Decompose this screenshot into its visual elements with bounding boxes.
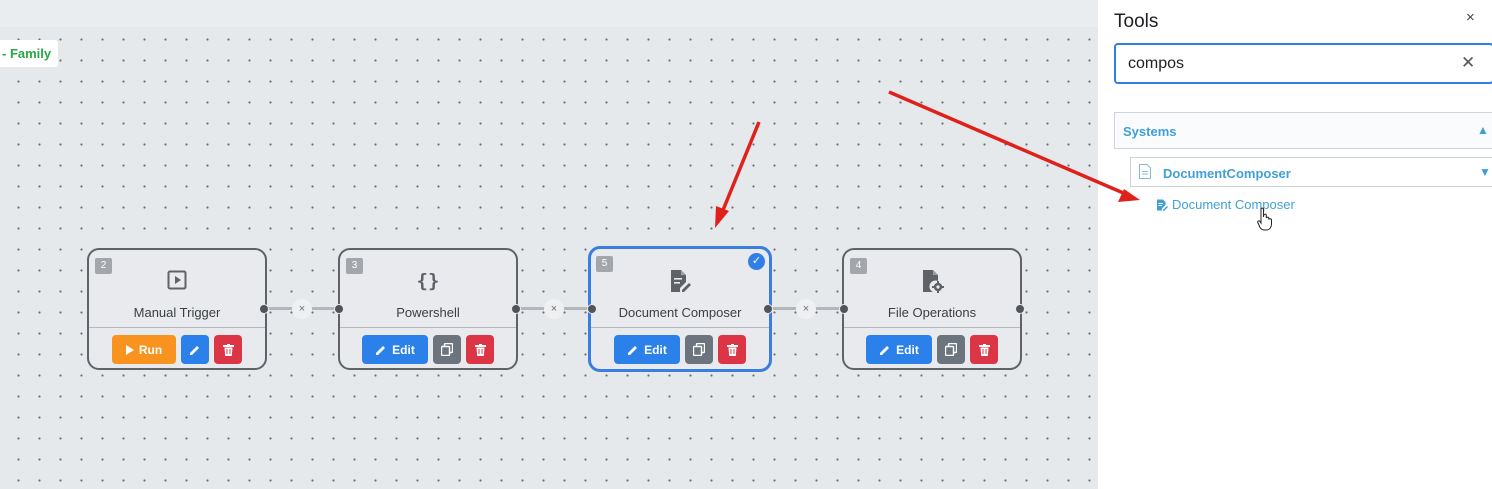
trash-icon [222, 343, 234, 356]
subgroup-documentcomposer[interactable]: DocumentComposer ▼ [1130, 157, 1492, 187]
node-file-operations[interactable]: 4 File Operations Edit [842, 248, 1022, 370]
copy-button[interactable] [433, 335, 461, 364]
node-divider [591, 327, 769, 328]
file-gear-icon [844, 268, 1020, 294]
remove-edge-button[interactable]: × [544, 299, 564, 319]
copy-icon [441, 343, 453, 356]
search-box: ✕ [1114, 43, 1492, 84]
pencil-icon [880, 345, 890, 355]
edit-button-label: Edit [392, 342, 415, 357]
tool-document-composer[interactable]: Document Composer [1156, 197, 1295, 212]
clear-search-icon[interactable]: ✕ [1461, 53, 1475, 73]
trash-icon [474, 343, 486, 356]
input-port[interactable] [334, 304, 344, 314]
trash-icon [726, 343, 738, 356]
node-title: Document Composer [618, 305, 742, 320]
document-edit-icon [1157, 199, 1168, 211]
search-input[interactable] [1128, 54, 1428, 74]
copy-icon [945, 343, 957, 356]
pencil-icon [628, 345, 638, 355]
edit-button-label: Edit [644, 342, 667, 357]
play-icon [125, 344, 134, 355]
node-divider [89, 327, 265, 328]
play-square-icon [89, 268, 265, 294]
node-actions: Run [89, 335, 265, 364]
node-document-composer[interactable]: 5 ✓ Document Composer Edit [588, 246, 772, 372]
run-button-label: Run [138, 342, 163, 357]
node-title: Powershell [396, 305, 460, 320]
copy-button[interactable] [685, 335, 713, 364]
pencil-icon [376, 345, 386, 355]
hand-cursor-icon [1257, 207, 1273, 236]
output-port[interactable] [1015, 304, 1025, 314]
trash-icon [978, 343, 990, 356]
copy-button[interactable] [937, 335, 965, 364]
tools-panel: Tools × ✕ Systems ▲ DocumentComposer ▼ D… [1098, 0, 1492, 489]
delete-button[interactable] [970, 335, 998, 364]
canvas-toolbar [0, 0, 1098, 27]
remove-edge-button[interactable]: × [796, 299, 816, 319]
delete-button[interactable] [718, 335, 746, 364]
output-port[interactable] [763, 304, 773, 314]
remove-edge-button[interactable]: × [292, 299, 312, 319]
subgroup-label: DocumentComposer [1163, 166, 1291, 181]
group-systems[interactable]: Systems ▲ [1114, 112, 1492, 149]
copy-icon [693, 343, 705, 356]
output-port[interactable] [511, 304, 521, 314]
edit-button[interactable]: Edit [866, 335, 932, 364]
braces-icon: {} [416, 270, 440, 292]
node-title: Manual Trigger [133, 305, 221, 320]
delete-button[interactable] [214, 335, 242, 364]
node-manual-trigger[interactable]: 2 Manual Trigger Run [87, 248, 267, 370]
node-actions: Edit [591, 335, 769, 364]
node-actions: Edit [340, 335, 516, 364]
edit-button[interactable] [181, 335, 209, 364]
delete-button[interactable] [466, 335, 494, 364]
file-icon [1139, 164, 1151, 184]
caret-up-icon[interactable]: ▲ [1477, 123, 1489, 137]
document-edit-icon [591, 268, 769, 294]
input-port[interactable] [839, 304, 849, 314]
node-title: File Operations [887, 305, 977, 320]
edit-button[interactable]: Edit [614, 335, 680, 364]
node-powershell[interactable]: 3 {} Powershell Edit [338, 248, 518, 370]
output-port[interactable] [259, 304, 269, 314]
group-label: Systems [1123, 124, 1177, 139]
tool-label: Document Composer [1172, 197, 1295, 212]
run-button[interactable]: Run [112, 335, 176, 364]
node-divider [844, 327, 1020, 328]
panel-title: Tools [1114, 11, 1159, 32]
edit-button[interactable]: Edit [362, 335, 428, 364]
workflow-canvas[interactable]: - Family × × × 2 Manual Trigger Run 3 {}… [0, 0, 1098, 489]
node-divider [340, 327, 516, 328]
node-actions: Edit [844, 335, 1020, 364]
input-port[interactable] [587, 304, 597, 314]
pencil-icon [190, 345, 199, 355]
caret-down-icon[interactable]: ▼ [1479, 165, 1491, 179]
flow-label: - Family [0, 40, 59, 67]
close-icon[interactable]: × [1466, 9, 1475, 26]
edit-button-label: Edit [896, 342, 919, 357]
